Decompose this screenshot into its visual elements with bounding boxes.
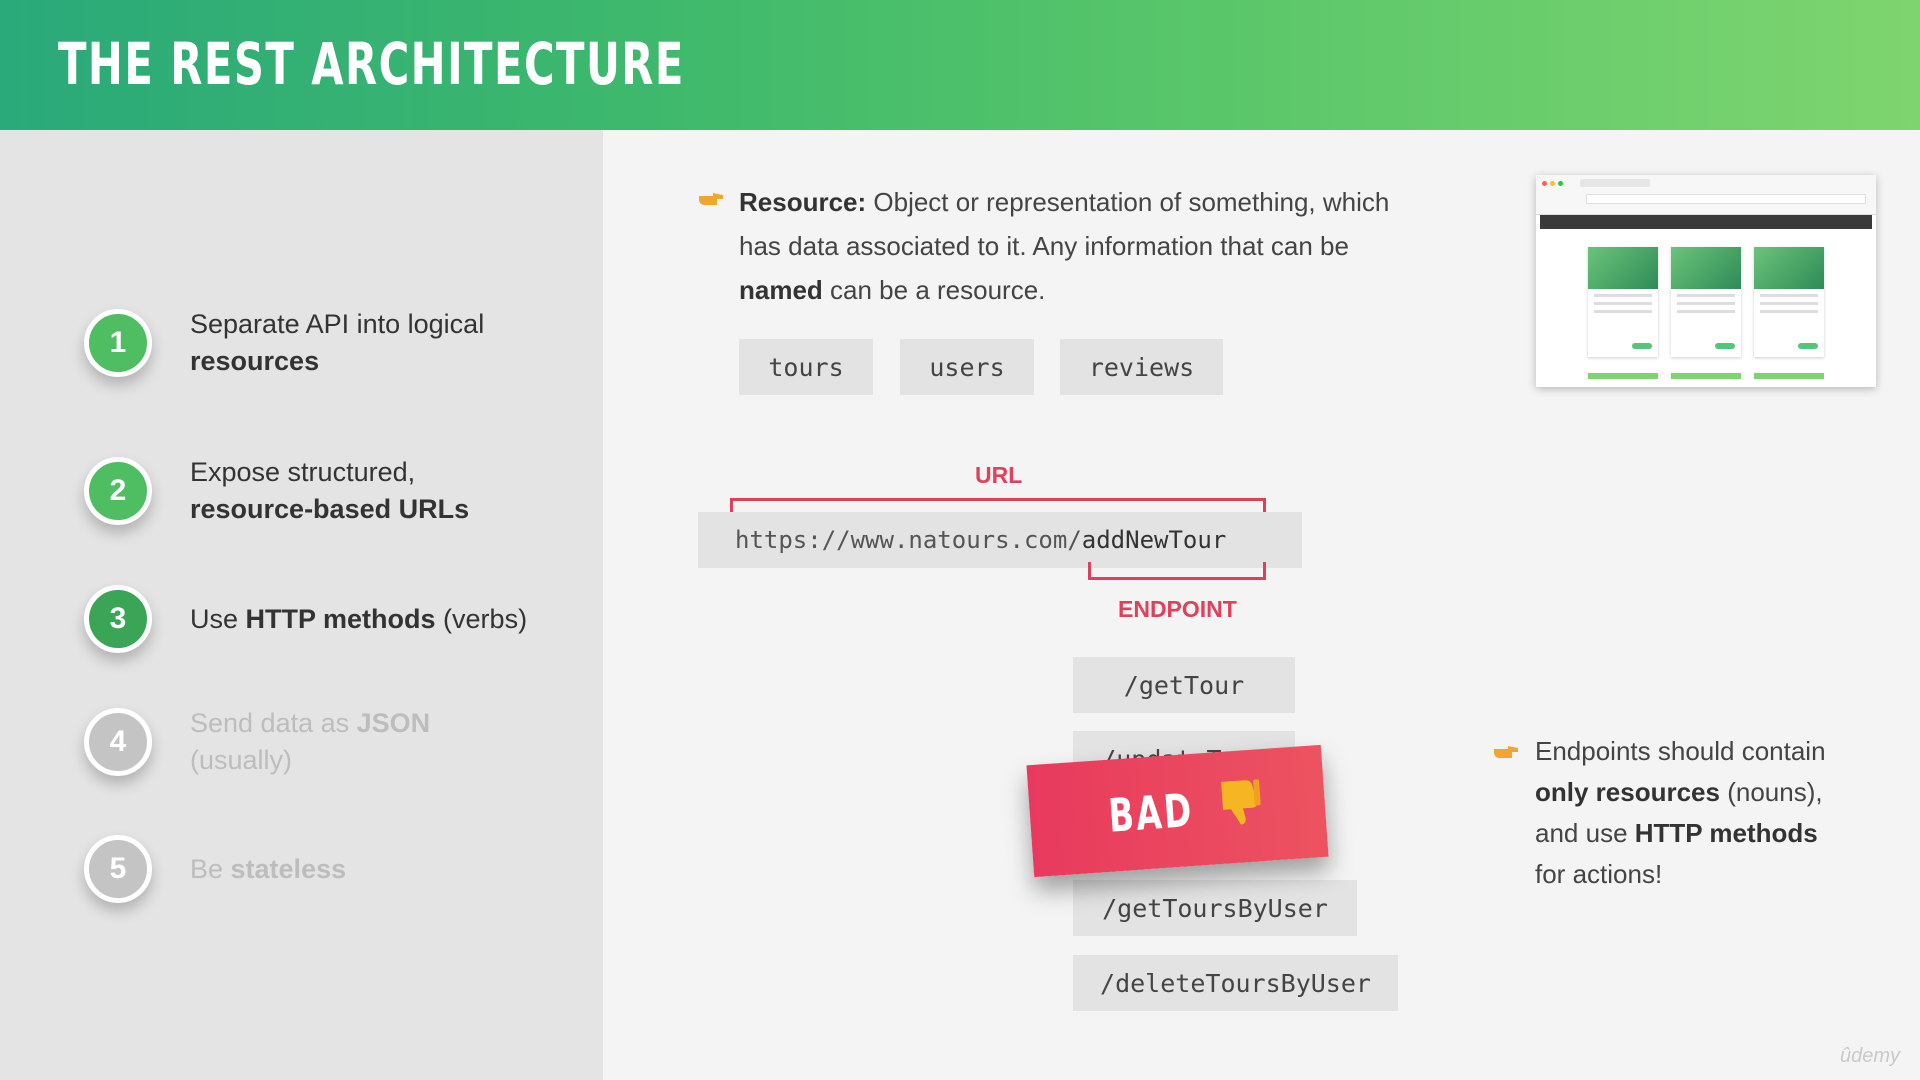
step-4-text: Send data as JSON (usually)	[190, 705, 430, 779]
resource-tag-tours: tours	[739, 339, 873, 395]
step-4-line1-bold: JSON	[356, 708, 431, 738]
slide-header: THE REST ARCHITECTURE	[0, 0, 1920, 130]
note-after1: (nouns),	[1719, 777, 1823, 807]
slide-title: THE REST ARCHITECTURE	[58, 30, 685, 98]
step-3-text-bold: HTTP methods	[245, 603, 436, 634]
step-3: 3 Use HTTP methods (verbs)	[84, 585, 527, 653]
resource-line3: can be a resource.	[822, 275, 1046, 305]
pointing-hand-icon	[1492, 741, 1520, 767]
step-1: 1 Separate API into logical resources	[84, 306, 484, 380]
note-before2: and use	[1535, 818, 1635, 848]
resource-line1: Object or representation of something, w…	[866, 187, 1390, 217]
step-4-number: 4	[84, 708, 152, 776]
note-line1: Endpoints should contain	[1535, 736, 1826, 766]
step-1-line2: resources	[190, 346, 320, 376]
url-label: URL	[975, 462, 1023, 488]
resource-tag-reviews: reviews	[1060, 339, 1223, 395]
endpoint-get-tours-by-user: /getToursByUser	[1073, 880, 1357, 936]
resource-term: Resource:	[739, 187, 867, 217]
step-1-text: Separate API into logical resources	[190, 306, 484, 380]
step-5-text-bold: stateless	[230, 853, 347, 884]
step-2-text: Expose structured, resource-based URLs	[190, 454, 469, 528]
endpoint-label: ENDPOINT	[1118, 596, 1237, 622]
endpoint-bracket	[1088, 562, 1266, 580]
website-screenshot	[1536, 175, 1876, 387]
step-5-number: 5	[84, 835, 152, 903]
resource-named: named	[739, 275, 823, 305]
resource-tag-users: users	[900, 339, 1034, 395]
endpoint-get-tour: /getTour	[1073, 657, 1295, 713]
step-2-line2: resource-based URLs	[190, 494, 470, 524]
step-2-line1: Expose structured,	[190, 457, 416, 487]
url-base: https://www.natours.com/	[735, 526, 1082, 554]
note-bold1: only resources	[1535, 777, 1720, 807]
step-1-number: 1	[84, 309, 152, 377]
bad-label: BAD	[1106, 782, 1195, 843]
step-5-text-before: Be	[190, 853, 231, 884]
step-4: 4 Send data as JSON (usually)	[84, 705, 430, 779]
step-2: 2 Expose structured, resource-based URLs	[84, 454, 469, 528]
endpoint-delete-tours-by-user: /deleteToursByUser	[1073, 955, 1398, 1011]
step-3-text-after: (verbs)	[435, 603, 528, 634]
step-3-text: Use HTTP methods (verbs)	[190, 601, 527, 638]
pointing-hand-icon	[697, 188, 725, 214]
step-1-line1: Separate API into logical	[190, 309, 485, 339]
bad-stamp: BAD	[1026, 744, 1329, 878]
thumbs-down-icon	[1215, 775, 1265, 839]
resource-definition: Resource: Object or representation of so…	[739, 180, 1419, 312]
step-5-text: Be stateless	[190, 851, 346, 888]
endpoints-note: Endpoints should contain only resources …	[1535, 731, 1865, 895]
step-2-number: 2	[84, 457, 152, 525]
step-4-line2: (usually)	[190, 745, 293, 775]
step-5: 5 Be stateless	[84, 835, 346, 903]
url-example: https://www.natours.com/addNewTour	[698, 512, 1302, 568]
resource-line2: has data associated to it. Any informati…	[739, 231, 1349, 261]
watermark: ûdemy	[1840, 1045, 1901, 1067]
note-line4: for actions!	[1535, 859, 1663, 889]
step-3-number: 3	[84, 585, 152, 653]
note-bold2: HTTP methods	[1634, 818, 1818, 848]
step-4-line1: Send data as	[190, 708, 357, 738]
url-endpoint: addNewTour	[1081, 526, 1227, 554]
step-3-text-before: Use	[190, 603, 246, 634]
